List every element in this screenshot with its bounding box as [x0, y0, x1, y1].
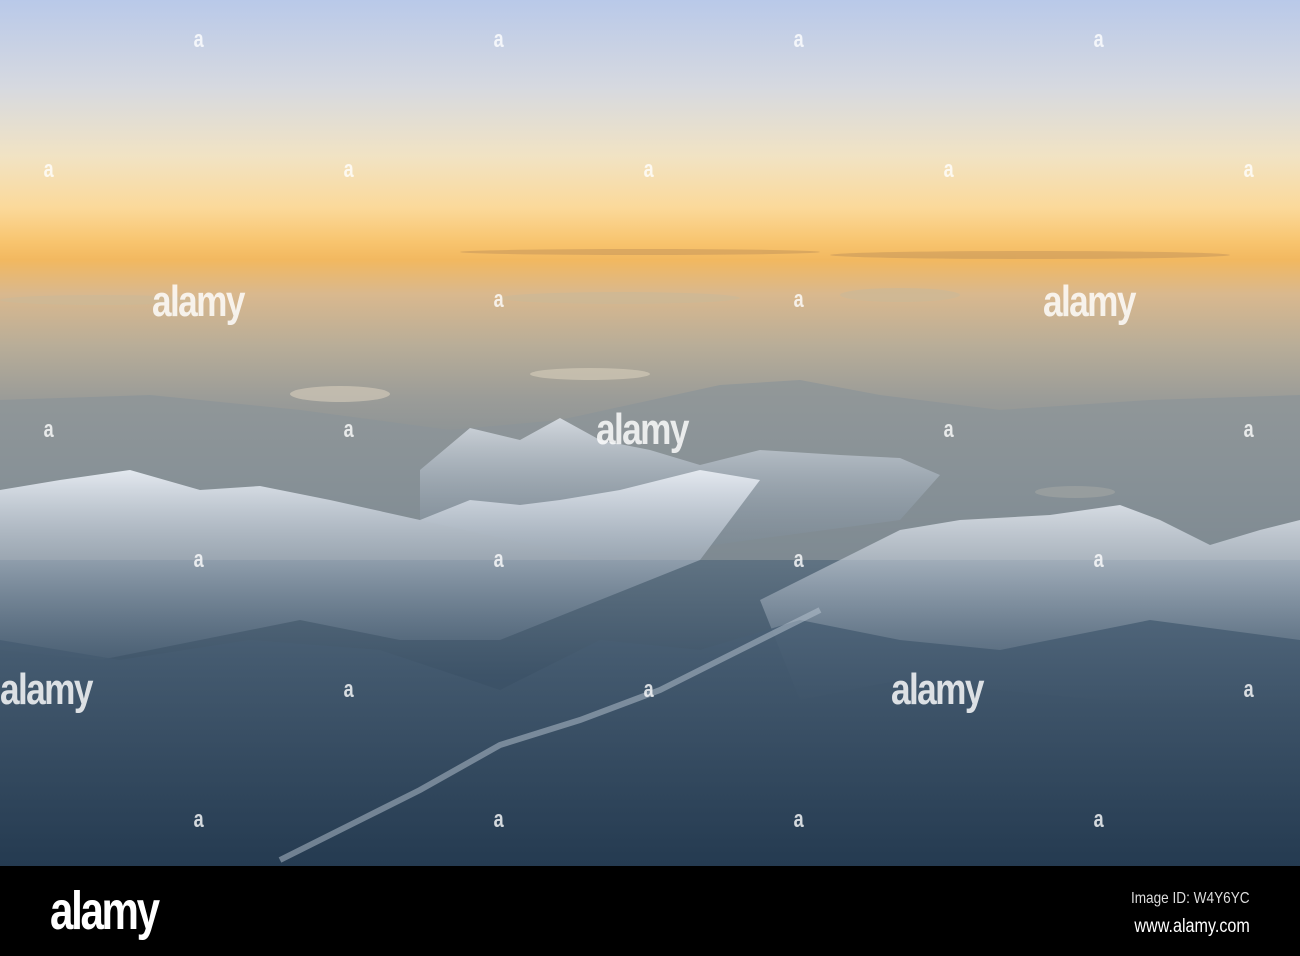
watermark-a: a — [1243, 156, 1254, 183]
aerial-mountain-sunset-photo: alamy alamy alamy alamy alamy a a a a a … — [0, 0, 1300, 866]
watermark-a: a — [793, 286, 804, 313]
watermark-a: a — [193, 26, 204, 53]
watermark-a: a — [1243, 416, 1254, 443]
watermark-a: a — [493, 26, 504, 53]
alamy-logo: alamy — [50, 881, 160, 941]
watermark-a: a — [943, 416, 954, 443]
watermark-a: a — [493, 286, 504, 313]
watermark-a: a — [1093, 26, 1104, 53]
watermark-a: a — [343, 676, 354, 703]
watermark-a: a — [793, 26, 804, 53]
watermark-alamy: alamy — [596, 405, 689, 454]
watermark-alamy: alamy — [152, 277, 245, 326]
watermark-a: a — [43, 156, 54, 183]
watermark-a: a — [1093, 806, 1104, 833]
watermark-a: a — [1243, 676, 1254, 703]
website-link[interactable]: www.alamy.com — [1135, 916, 1250, 938]
watermark-alamy: alamy — [0, 665, 93, 714]
watermark-a: a — [43, 416, 54, 443]
watermark-alamy: alamy — [891, 665, 984, 714]
watermark-alamy: alamy — [1043, 277, 1136, 326]
watermark-a: a — [193, 546, 204, 573]
watermark-a: a — [793, 546, 804, 573]
watermark-a: a — [193, 806, 204, 833]
watermark-a: a — [343, 156, 354, 183]
watermark-a: a — [943, 156, 954, 183]
watermark-a: a — [493, 546, 504, 573]
watermark-a: a — [643, 156, 654, 183]
watermark-a: a — [793, 806, 804, 833]
footer-bar: alamy Image ID: W4Y6YC www.alamy.com — [0, 866, 1300, 956]
watermark-a: a — [343, 416, 354, 443]
watermark-a: a — [1093, 546, 1104, 573]
watermark-a: a — [493, 806, 504, 833]
watermark-a: a — [643, 676, 654, 703]
image-id-label: Image ID: W4Y6YC — [1131, 890, 1250, 907]
